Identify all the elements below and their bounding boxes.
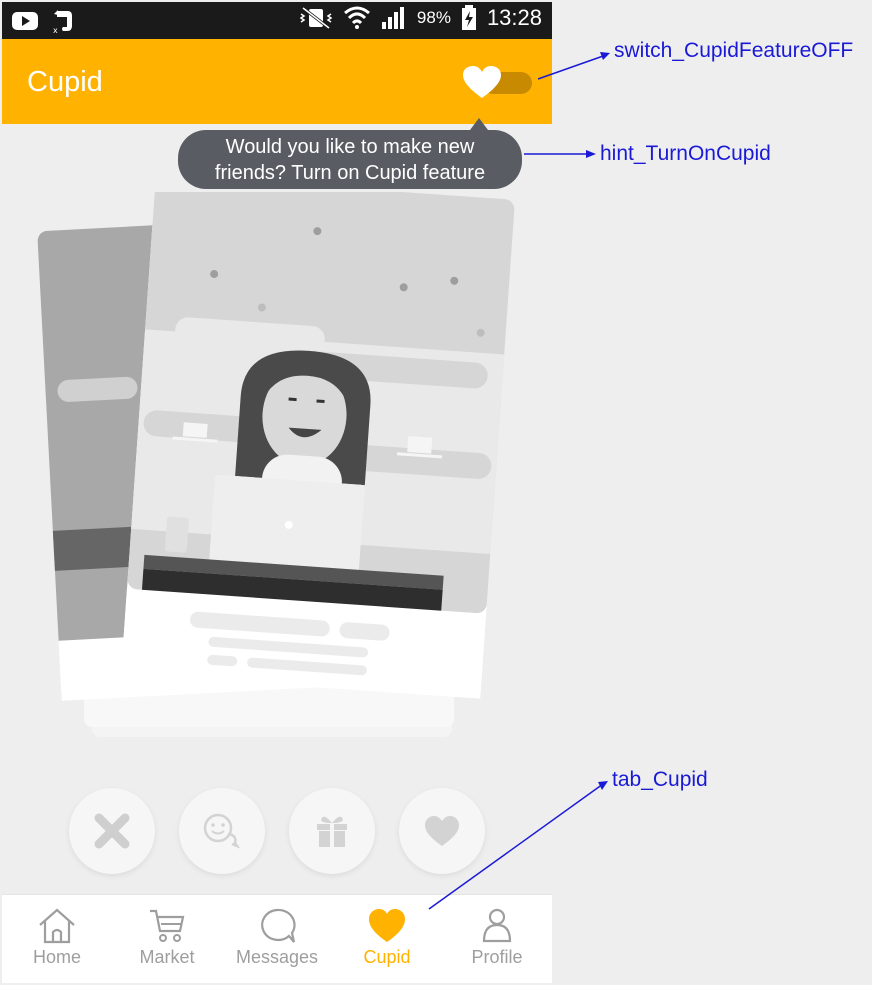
annotation-hint: hint_TurnOnCupid [600,142,771,165]
annotation-switch: switch_CupidFeatureOFF [614,39,854,62]
annotation-tab: tab_Cupid [612,768,708,791]
